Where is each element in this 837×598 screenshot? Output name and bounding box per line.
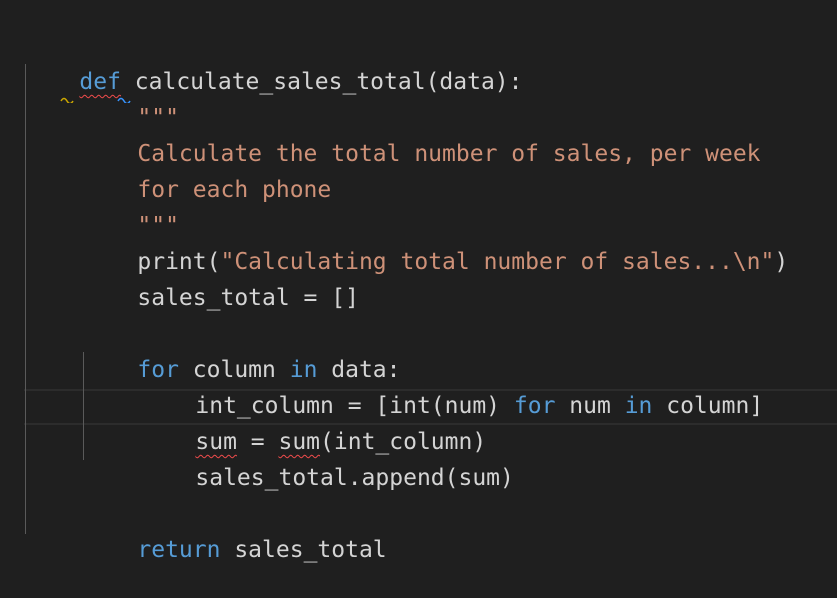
code-line-1[interactable]: def calculate_sales_total(data): bbox=[24, 28, 522, 95]
append-call: sales_total.append(sum) bbox=[195, 465, 514, 491]
wavy-warning-icon bbox=[60, 92, 74, 106]
code-line-14[interactable]: return sales_total bbox=[82, 496, 386, 563]
code-editor[interactable]: def calculate_sales_total(data): """ Cal… bbox=[0, 0, 837, 598]
keyword-in-comp: in bbox=[624, 393, 653, 419]
print-close: ) bbox=[774, 249, 789, 275]
return-value: sales_total bbox=[220, 537, 387, 563]
code-line-9[interactable]: for column in data: bbox=[82, 316, 400, 383]
list-comp-var: num bbox=[555, 393, 625, 419]
code-line-10[interactable]: int_column = [int(num) for num in column… bbox=[140, 352, 763, 419]
keyword-for-comp: for bbox=[513, 393, 556, 419]
keyword-return: return bbox=[137, 537, 221, 563]
sales-total-init: sales_total = [] bbox=[137, 285, 359, 311]
list-comp-end: column] bbox=[652, 393, 764, 419]
code-line-4[interactable]: for each phone bbox=[82, 136, 331, 203]
code-line-5[interactable]: """ bbox=[82, 172, 179, 239]
code-line-12[interactable]: sales_total.append(sum) bbox=[140, 424, 514, 491]
code-line-11[interactable]: sum = sum(int_column) bbox=[140, 388, 486, 455]
code-line-3[interactable]: Calculate the total number of sales, per… bbox=[82, 100, 760, 167]
code-line-7[interactable]: sales_total = [] bbox=[82, 244, 359, 311]
code-line-6[interactable]: print("Calculating total number of sales… bbox=[82, 208, 788, 275]
function-signature: calculate_sales_total(data): bbox=[120, 69, 523, 95]
